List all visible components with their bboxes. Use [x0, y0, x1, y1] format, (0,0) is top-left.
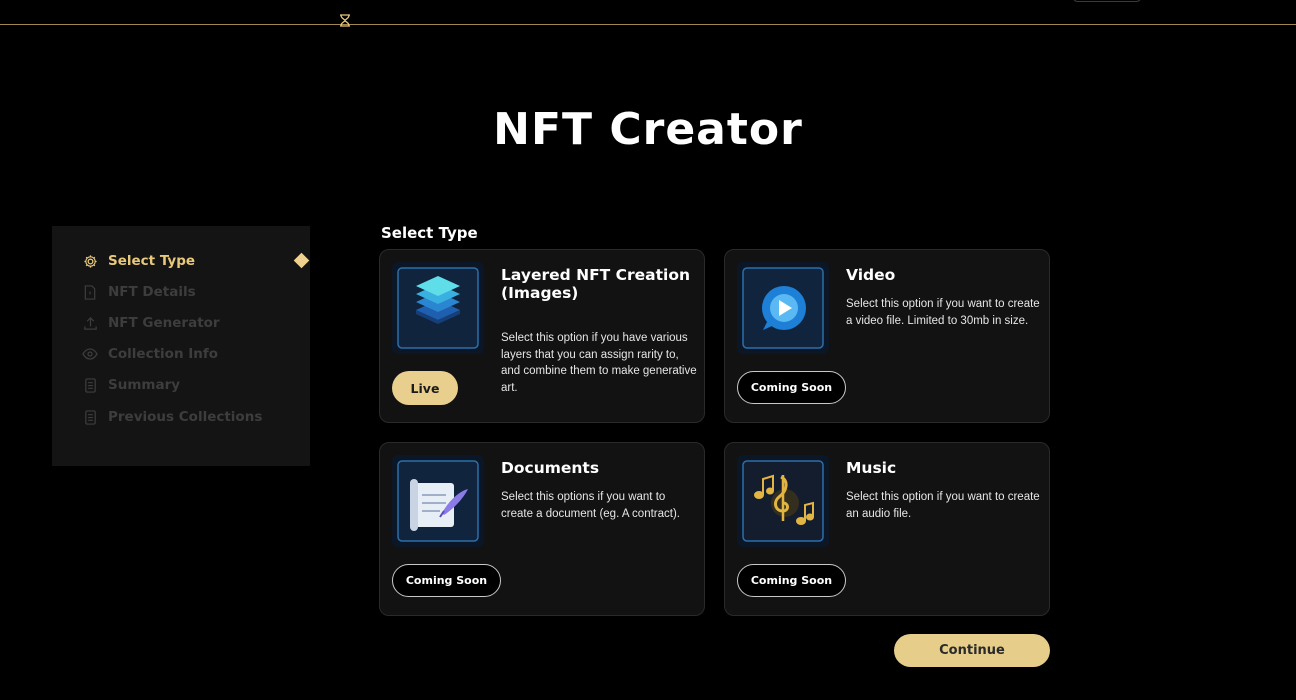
layers-icon [392, 262, 484, 354]
sidebar-step-label: Previous Collections [108, 409, 263, 425]
top-bar [0, 0, 1296, 25]
card-description: Select this option if you want to create… [846, 491, 1040, 520]
sidebar-step-label: Summary [108, 377, 181, 393]
sidebar-step-nft-generator[interactable]: NFT Generator [82, 313, 220, 333]
scroll-quill-icon [392, 455, 484, 547]
continue-button[interactable]: Continue [894, 634, 1050, 667]
gear-icon [82, 253, 98, 269]
document-icon [82, 284, 98, 300]
sidebar-step-label: Select Type [108, 253, 196, 269]
type-card-music[interactable]: Music Select this option if you want to … [724, 442, 1050, 616]
sidebar-step-nft-details[interactable]: NFT Details [82, 282, 196, 302]
type-card-layered-nft[interactable]: Layered NFT Creation (Images) Select thi… [379, 249, 705, 423]
type-card-documents[interactable]: Documents Select this options if you wan… [379, 442, 705, 616]
sidebar-step-label: NFT Details [108, 284, 196, 300]
sidebar-step-collection-info[interactable]: Collection Info [82, 344, 218, 364]
sidebar-step-label: NFT Generator [108, 315, 220, 331]
card-description: Select this option if you want to create… [846, 298, 1040, 327]
upload-icon [82, 315, 98, 331]
eye-icon [82, 346, 98, 362]
card-description: Select this options if you want to creat… [501, 491, 680, 520]
sidebar-step-summary[interactable]: Summary [82, 375, 180, 395]
sidebar-step-select-type[interactable]: Select Type [82, 251, 195, 271]
play-video-icon [737, 262, 829, 354]
top-account-pill[interactable] [1072, 0, 1142, 2]
list-document-icon [82, 377, 98, 393]
coming-soon-button[interactable]: Coming Soon [737, 371, 846, 404]
section-label: Select Type [381, 224, 478, 242]
steps-sidebar: Select Type NFT Details NFT Generator Co… [52, 226, 310, 466]
card-title: Video [846, 266, 896, 284]
card-title: Music [846, 459, 897, 477]
hourglass-icon[interactable] [338, 13, 352, 27]
card-title: Layered NFT Creation (Images) [501, 266, 691, 302]
list-document-icon [82, 409, 98, 425]
sidebar-step-previous-collections[interactable]: Previous Collections [82, 407, 262, 427]
music-notes-icon [737, 455, 829, 547]
card-description: Select this option if you have various l… [501, 332, 697, 394]
card-title: Documents [501, 459, 600, 477]
type-card-video[interactable]: Video Select this option if you want to … [724, 249, 1050, 423]
coming-soon-button[interactable]: Coming Soon [737, 564, 846, 597]
coming-soon-button[interactable]: Coming Soon [392, 564, 501, 597]
active-step-diamond-icon [293, 252, 310, 269]
sidebar-step-label: Collection Info [108, 346, 219, 362]
page-title: NFT Creator [493, 104, 803, 155]
live-button[interactable]: Live [392, 371, 458, 405]
